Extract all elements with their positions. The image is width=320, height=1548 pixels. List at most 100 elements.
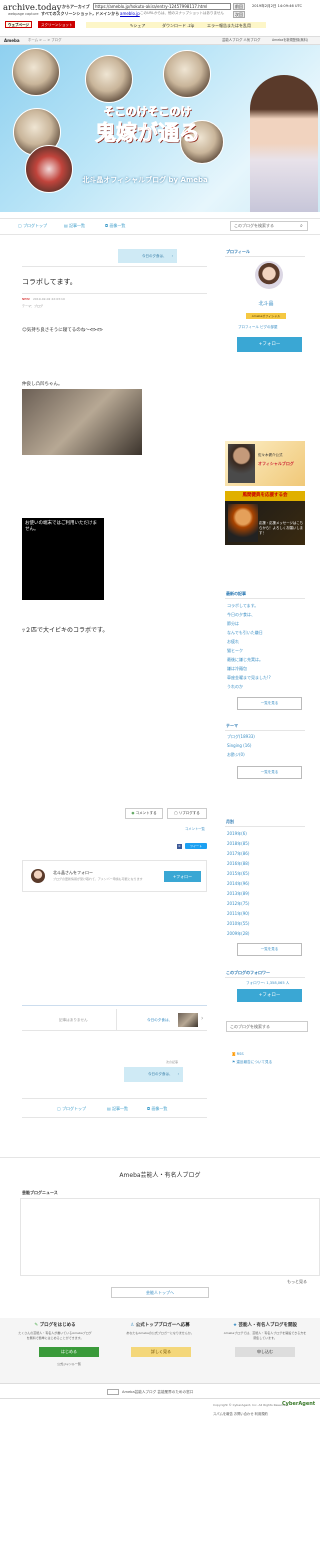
footer-bottom-note[interactable]: Ameba芸能人ブログ 芸能業界のための窓口 xyxy=(122,1390,193,1395)
ameba-links[interactable]: 芸能人ブログ 人気ブログ xyxy=(222,38,260,43)
recent-entry[interactable]: うれのか xyxy=(227,684,243,690)
archive-domain-link[interactable]: ameblo.jp xyxy=(120,11,140,16)
nav-images[interactable]: ◘ 画像一覧 xyxy=(105,223,125,229)
recent-entry[interactable]: 今日の夕食は、 xyxy=(227,612,255,618)
nav-entries[interactable]: ▤ 記事一覧 xyxy=(64,223,85,229)
open-celeb-blog-column: ★ 芸能人・有名人ブログを開設 Amebaブログでは、芸能人・有名人ブログを開設… xyxy=(213,1322,317,1377)
footer-links[interactable]: スパムを報告 お問い合わせ 利用規約 xyxy=(213,1411,268,1416)
report-link[interactable]: エラー報告またはを乱用 xyxy=(207,23,251,28)
follower-count[interactable]: フォロワー: 1,358,065 人 xyxy=(246,981,289,986)
archive-entry[interactable]: 2010年(55) xyxy=(227,921,249,927)
recent-entry[interactable]: コラボしてます。 xyxy=(227,603,258,609)
archive-entry[interactable]: 2018年(85) xyxy=(227,841,249,847)
recent-more-button[interactable]: 一覧を見る xyxy=(237,697,302,710)
prev-button[interactable]: 前回 xyxy=(233,3,245,10)
video-player[interactable]: お使いの端末ではご利用いただけません。 xyxy=(22,518,104,600)
archive-entry[interactable]: 2017年(86) xyxy=(227,851,249,857)
recent-entry[interactable]: 節分は xyxy=(227,621,239,627)
share-link[interactable]: ✎シェア xyxy=(130,23,145,28)
theme-entry[interactable]: ブログ(18933) xyxy=(227,734,255,740)
sidebar-follow-button[interactable]: +フォロー xyxy=(237,337,302,352)
ameba-topbar: Ameba ホーム > ... > ブログ 芸能人ブログ 人気ブログ Ameba… xyxy=(0,37,320,45)
video-unsupported-message: お使いの端末ではご利用いただけません。 xyxy=(25,521,97,532)
theme-more-button[interactable]: 一覧を見る xyxy=(237,766,302,779)
theme-entry[interactable]: Singing (16) xyxy=(227,743,251,748)
start-blog-title: ブログをはじめる xyxy=(39,1323,76,1328)
facebook-share[interactable]: 0 xyxy=(177,844,182,849)
ad-photo xyxy=(228,504,258,542)
cyberagent-logo[interactable]: CyberAgent xyxy=(282,1401,315,1407)
start-blog-button[interactable]: はじめる xyxy=(39,1347,99,1357)
comment-list-link[interactable]: コメント一覧 xyxy=(185,826,205,831)
archive-more-button[interactable]: 一覧を見る xyxy=(237,943,302,956)
archive-meta[interactable]: すべてのスクリーンショット, ドメインから xyxy=(41,11,119,16)
bottom-nav-images[interactable]: ◘ 画像一覧 xyxy=(147,1106,167,1112)
post-theme[interactable]: テーマ：ブログ xyxy=(22,304,43,308)
bulldog-photo xyxy=(12,48,60,96)
ameba-logo[interactable]: Ameba xyxy=(4,38,20,43)
author-photo xyxy=(250,75,318,212)
blog-header-banner[interactable]: そこのけそこのけ 鬼嫁が通る 北斗晶オフィシャルブログ by Ameba xyxy=(0,45,320,212)
ad1-subtitle: オフィシャルブログ xyxy=(258,461,294,466)
breadcrumb[interactable]: ホーム > ... > ブログ xyxy=(28,38,61,43)
nav-blog-top[interactable]: ▢ ブログトップ xyxy=(18,223,47,229)
archive-entry[interactable]: 2019年(6) xyxy=(227,831,247,837)
archive-entry[interactable]: 2011年(90) xyxy=(227,911,249,917)
tab-screenshot[interactable]: スクリーンショット xyxy=(38,21,76,28)
prev-entry-link[interactable]: 今日の夕食は、 › xyxy=(118,249,177,263)
archive-url-field[interactable]: https://ameblo.jp/hokuto-akira/entry-124… xyxy=(93,3,231,10)
pager-next[interactable]: 今日の夕食は、 xyxy=(147,1018,172,1023)
ad-banner-1[interactable]: 佐々木健介公式 オフィシャルブログ xyxy=(225,441,305,486)
recent-entry[interactable]: なんでも引いた嫌日 xyxy=(227,630,263,636)
pager-thumbnail[interactable] xyxy=(178,1013,198,1027)
recent-entry[interactable]: 車座金曜まで見ました!? xyxy=(227,675,271,681)
sidebar-follow-button-2[interactable]: +フォロー xyxy=(237,989,302,1002)
archive-entry[interactable]: 2009年(28) xyxy=(227,931,249,937)
post-line1: ☺気持ち良さそうに寝てるのね〜ᕙᕗᕙᕗ xyxy=(22,328,103,333)
archive-entry[interactable]: 2015年(65) xyxy=(227,871,249,877)
bottom-nav-blog-top[interactable]: ▢ ブログトップ xyxy=(57,1106,86,1112)
genre-list-link[interactable]: 公式ジャンル一覧 xyxy=(39,1362,99,1366)
to-celeb-top-button[interactable]: 芸能人トップへ xyxy=(111,1287,209,1298)
post-photo[interactable] xyxy=(22,389,142,455)
download-link[interactable]: ダウンロード .zip xyxy=(162,23,194,28)
profile-avatar[interactable] xyxy=(255,261,283,289)
comment-button[interactable]: ● コメントする xyxy=(125,808,163,819)
ad-banner-2[interactable]: 風間健典を応援する会 応援・応援メッセージはこちらから！よろしくお願いします！ xyxy=(225,491,305,545)
theme-entry[interactable]: お酢ジ(0) xyxy=(227,752,245,758)
archive-entry[interactable]: 2013年(89) xyxy=(227,891,249,897)
next-button[interactable]: 次回 xyxy=(233,11,245,18)
archive-entry[interactable]: 2014年(96) xyxy=(227,881,249,887)
post-title[interactable]: コラボしてます。 xyxy=(22,277,77,287)
recent-heading: 最新の記事 xyxy=(226,591,246,596)
rss-link[interactable]: ◙ RSS xyxy=(232,1052,244,1056)
tab-webpage[interactable]: ウェブページ xyxy=(5,21,32,28)
blog-search-input[interactable]: このブログを検索する xyxy=(230,221,308,231)
recent-entry[interactable]: 猫ヒーク xyxy=(227,648,243,654)
recent-entry[interactable]: 最後に嫌じ充実は。 xyxy=(227,657,263,663)
apply-celeb-button[interactable]: 申し込む xyxy=(235,1347,295,1357)
reblog-button[interactable]: ▢ リブログする xyxy=(167,808,207,819)
apply-details-button[interactable]: 詳しく見る xyxy=(131,1347,191,1357)
new-badge: NEW! xyxy=(22,297,31,301)
recent-entry[interactable]: お疲れ xyxy=(227,639,239,645)
follow-button[interactable]: +フォロー xyxy=(164,871,201,882)
profile-name[interactable]: 北斗晶 xyxy=(226,300,306,307)
archive-entry[interactable]: 2016年(88) xyxy=(227,861,249,867)
chevron-right-icon: › xyxy=(177,1072,179,1076)
search-icon[interactable]: ⌕ xyxy=(300,223,303,229)
entry-pager: 記事はありません 今日の夕食は、 › xyxy=(22,1009,207,1031)
recent-entry[interactable]: 嫌は冷麺包 xyxy=(227,666,247,672)
sidebar-search-input[interactable]: このブログを検索する xyxy=(226,1021,308,1032)
twitter-share[interactable]: ツイート xyxy=(185,843,207,849)
ameba-register[interactable]: Amebaを新規登録(無料) xyxy=(272,38,308,43)
next-entry-pill[interactable]: 今日の夕食は、 › xyxy=(124,1067,183,1082)
ad-photo xyxy=(228,444,255,483)
archive-entry[interactable]: 2012年(75) xyxy=(227,901,249,907)
report-abuse-link[interactable]: ⚑ 違反報告について見る xyxy=(232,1060,272,1065)
bottom-nav-entries[interactable]: ▤ 記事一覧 xyxy=(107,1106,128,1112)
news-more-link[interactable]: もっと見る xyxy=(287,1279,307,1285)
chevron-right-icon[interactable]: › xyxy=(201,1015,203,1022)
profile-links[interactable]: プロフィール ピグの部屋 xyxy=(238,325,278,330)
ad1-title: 佐々木健介公式 xyxy=(258,453,283,457)
